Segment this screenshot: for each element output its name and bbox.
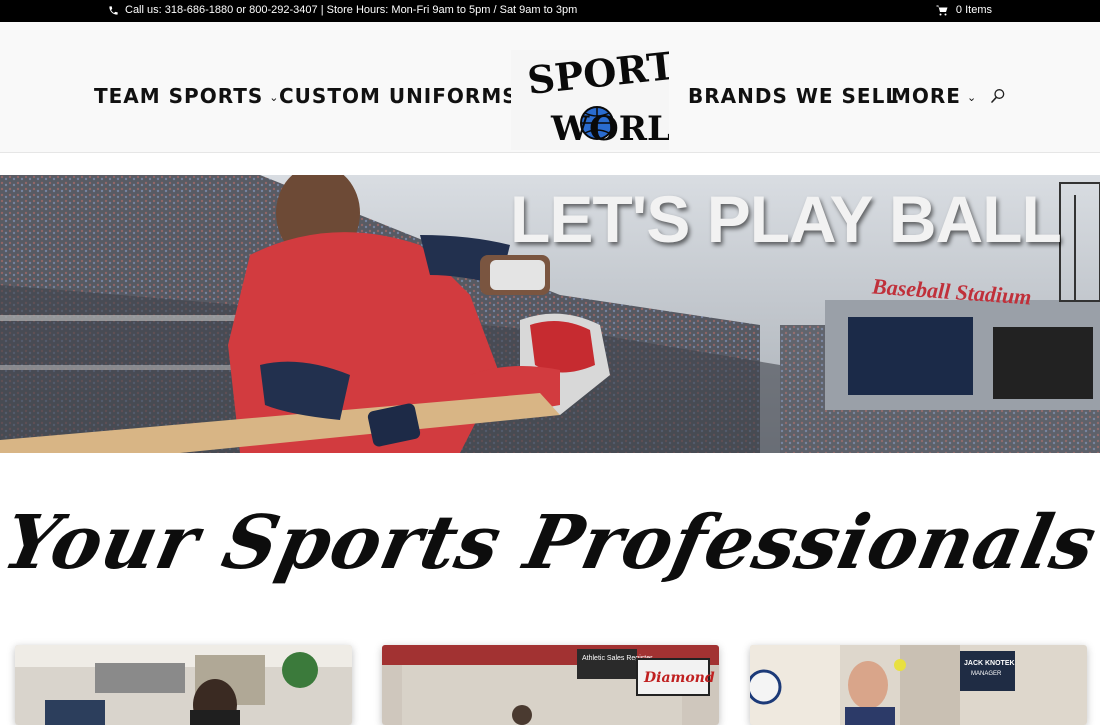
staff-card-embroidery[interactable] bbox=[15, 645, 352, 725]
nav-more[interactable]: MORE ⌄ bbox=[891, 84, 977, 108]
nav-brands[interactable]: BRANDS WE SELL bbox=[688, 84, 899, 108]
chevron-down-icon: ⌄ bbox=[966, 90, 978, 104]
chevron-down-icon: ⌄ bbox=[269, 90, 280, 104]
card3-sign-name: JACK KNOTEK bbox=[964, 660, 1015, 667]
cart-icon bbox=[936, 5, 948, 16]
cart-count: 0 Items bbox=[955, 4, 992, 16]
hero-headline: LET'S PLAY BALL bbox=[510, 182, 1062, 256]
card2-brand-text: Diamond bbox=[643, 670, 715, 686]
nav-team-sports[interactable]: TEAM SPORTS ⌄ bbox=[94, 84, 279, 108]
card3-sign-role: MANAGER bbox=[971, 671, 1002, 677]
nav-custom-uniforms-label: CUSTOM UNIFORMS bbox=[279, 84, 518, 108]
phone-icon bbox=[108, 5, 119, 16]
search-icon bbox=[991, 89, 1005, 103]
tagline-heading: Your Sports Professionals bbox=[0, 500, 1100, 586]
logo-text-world: WORLD bbox=[550, 109, 669, 149]
staff-card-manager[interactable]: JACK KNOTEK MANAGER bbox=[750, 645, 1087, 725]
contact-text: Call us: 318-686-1880 or 800-292-3407 | … bbox=[125, 4, 578, 16]
nav-custom-uniforms[interactable]: CUSTOM UNIFORMS bbox=[279, 84, 518, 108]
site-header: TEAM SPORTS ⌄ CUSTOM UNIFORMS SPORTS WOR… bbox=[0, 22, 1100, 153]
nav-brands-label: BRANDS WE SELL bbox=[688, 84, 900, 108]
site-logo[interactable]: SPORTS WORLD bbox=[511, 40, 705, 150]
cart-link[interactable]: 0 Items bbox=[936, 4, 992, 16]
card-photo bbox=[15, 645, 352, 725]
card-photo: JACK KNOTEK MANAGER bbox=[750, 645, 1087, 725]
nav-team-sports-label: TEAM SPORTS bbox=[94, 84, 264, 108]
nav-more-label: MORE bbox=[891, 84, 961, 108]
card-photo: Athletic Sales Register Diamond bbox=[382, 645, 719, 725]
staff-card-store[interactable]: Athletic Sales Register Diamond bbox=[382, 645, 719, 725]
hero-banner: LET'S PLAY BALL Baseball Stadium bbox=[0, 175, 1100, 453]
contact-info: Call us: 318-686-1880 or 800-292-3407 | … bbox=[108, 4, 577, 16]
top-info-bar: Call us: 318-686-1880 or 800-292-3407 | … bbox=[0, 0, 1100, 22]
search-button[interactable] bbox=[990, 88, 1006, 109]
